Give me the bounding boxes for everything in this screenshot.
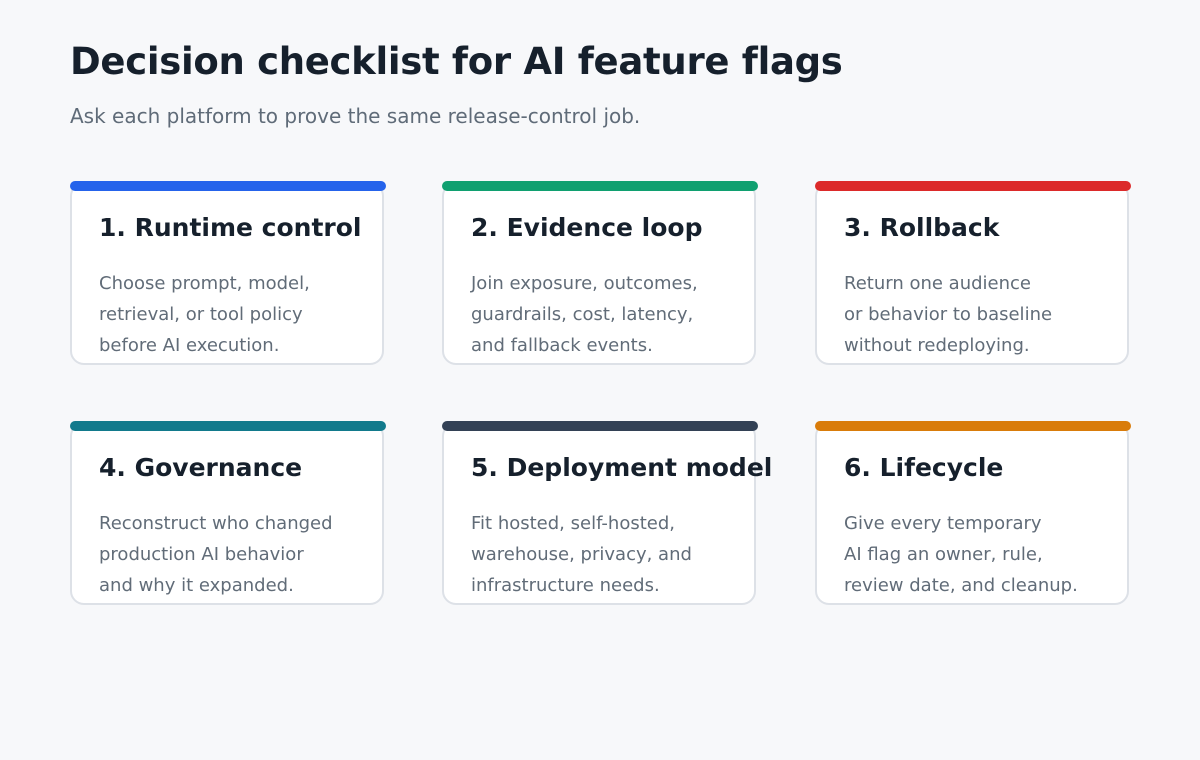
- card-description-line: warehouse, privacy, and: [471, 544, 692, 565]
- checklist-card-evidence-loop: 2. Evidence loop Join exposure, outcomes…: [442, 181, 758, 365]
- card-description: Reconstruct who changed production AI be…: [99, 508, 359, 601]
- card-description: Give every temporary AI flag an owner, r…: [844, 508, 1104, 601]
- card-title: 3. Rollback: [844, 213, 1000, 242]
- card-description-line: before AI execution.: [99, 335, 280, 356]
- card-title: 2. Evidence loop: [471, 213, 703, 242]
- card-description-line: guardrails, cost, latency,: [471, 304, 694, 325]
- card-description-line: retrieval, or tool policy: [99, 304, 303, 325]
- card-description-line: Join exposure, outcomes,: [471, 273, 698, 294]
- card-title: 6. Lifecycle: [844, 453, 1004, 482]
- card-description-line: review date, and cleanup.: [844, 575, 1078, 596]
- card-title: 5. Deployment model: [471, 453, 773, 482]
- card-description-line: Reconstruct who changed: [99, 513, 333, 534]
- card-description-line: and fallback events.: [471, 335, 653, 356]
- card-accent-bar: [70, 421, 386, 431]
- card-description-line: without redeploying.: [844, 335, 1030, 356]
- page-subtitle: Ask each platform to prove the same rele…: [70, 104, 641, 128]
- card-accent-bar: [70, 181, 386, 191]
- card-description-line: Choose prompt, model,: [99, 273, 310, 294]
- checklist-card-lifecycle: 6. Lifecycle Give every temporary AI fla…: [815, 421, 1131, 605]
- card-accent-bar: [442, 421, 758, 431]
- card-description-line: production AI behavior: [99, 544, 304, 565]
- card-description: Join exposure, outcomes, guardrails, cos…: [471, 268, 731, 361]
- card-title: 4. Governance: [99, 453, 303, 482]
- card-description: Return one audience or behavior to basel…: [844, 268, 1104, 361]
- card-accent-bar: [815, 421, 1131, 431]
- page-title: Decision checklist for AI feature flags: [70, 40, 843, 83]
- card-description: Fit hosted, self-hosted, warehouse, priv…: [471, 508, 731, 601]
- checklist-card-deployment-model: 5. Deployment model Fit hosted, self-hos…: [442, 421, 772, 605]
- card-accent-bar: [442, 181, 758, 191]
- card-description-line: Give every temporary: [844, 513, 1042, 534]
- card-description-line: infrastructure needs.: [471, 575, 660, 596]
- card-description-line: Return one audience: [844, 273, 1031, 294]
- card-title: 1. Runtime control: [99, 213, 362, 242]
- card-description: Choose prompt, model, retrieval, or tool…: [99, 268, 359, 361]
- card-description-line: AI flag an owner, rule,: [844, 544, 1043, 565]
- checklist-card-governance: 4. Governance Reconstruct who changed pr…: [70, 421, 386, 605]
- card-description-line: or behavior to baseline: [844, 304, 1053, 325]
- checklist-card-rollback: 3. Rollback Return one audience or behav…: [815, 181, 1131, 365]
- card-accent-bar: [815, 181, 1131, 191]
- card-description-line: and why it expanded.: [99, 575, 294, 596]
- checklist-card-runtime-control: 1. Runtime control Choose prompt, model,…: [70, 181, 386, 365]
- card-description-line: Fit hosted, self-hosted,: [471, 513, 676, 534]
